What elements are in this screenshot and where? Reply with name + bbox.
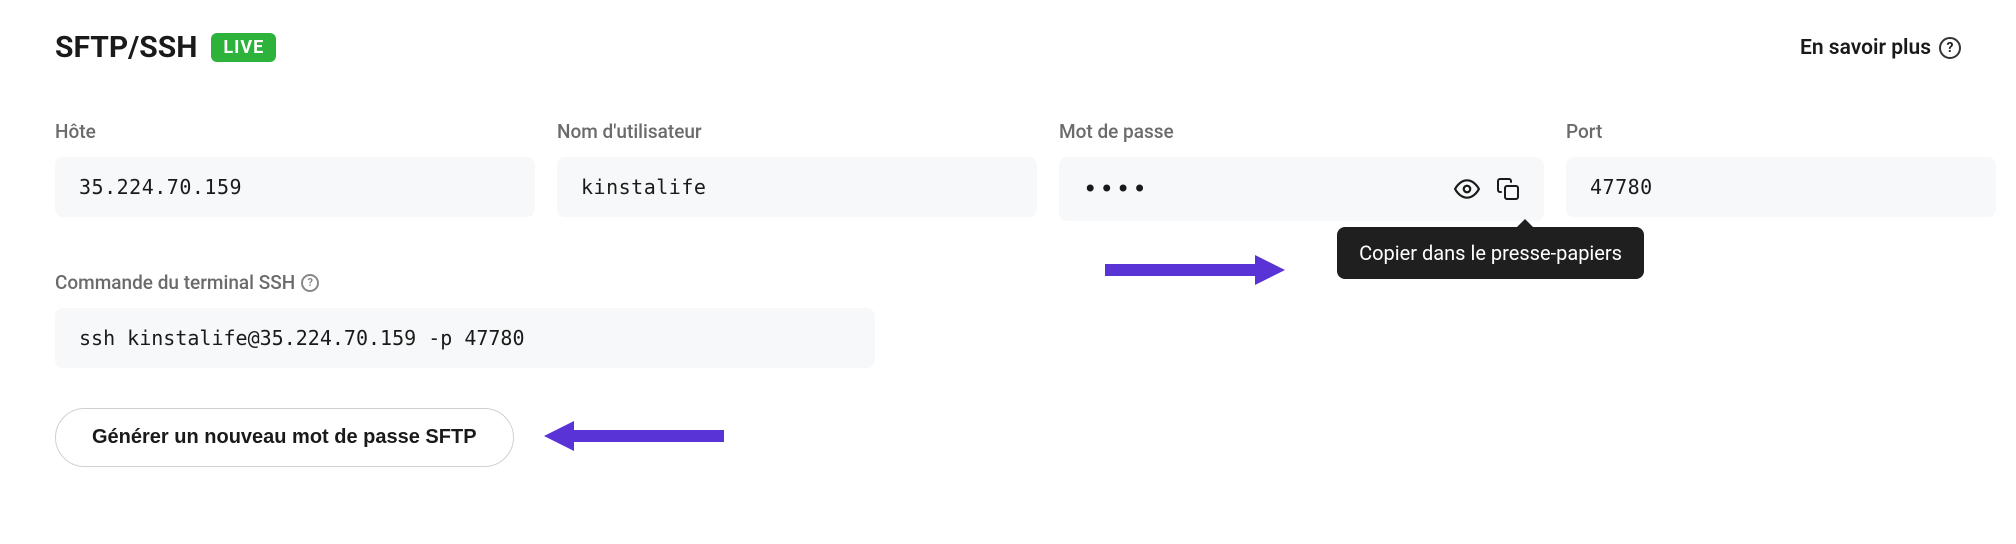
help-icon[interactable]: ? — [301, 274, 319, 292]
port-value: 47780 — [1590, 175, 1653, 199]
ssh-command-box[interactable]: ssh kinstalife@35.224.70.159 -p 47780 — [55, 308, 875, 368]
port-label: Port — [1566, 120, 1996, 143]
username-value: kinstalife — [581, 175, 706, 199]
username-field: Nom d'utilisateur kinstalife — [557, 120, 1037, 221]
annotation-arrow-tooltip — [1105, 250, 1285, 290]
password-masked: •••• — [1083, 175, 1149, 203]
ssh-command-value: ssh kinstalife@35.224.70.159 -p 47780 — [79, 326, 525, 350]
password-label: Mot de passe — [1059, 120, 1544, 143]
help-icon: ? — [1939, 37, 1961, 59]
host-label: Hôte — [55, 120, 535, 143]
host-value: 35.224.70.159 — [79, 175, 242, 199]
password-field: Mot de passe •••• Copier dans le pres — [1059, 120, 1544, 221]
page-title: SFTP/SSH — [55, 30, 197, 65]
host-value-box[interactable]: 35.224.70.159 — [55, 157, 535, 217]
learn-more-label: En savoir plus — [1800, 36, 1931, 60]
port-field: Port 47780 — [1566, 120, 1996, 221]
learn-more-link[interactable]: En savoir plus ? — [1800, 36, 1961, 60]
port-value-box[interactable]: 47780 — [1566, 157, 1996, 217]
password-value-box[interactable]: •••• Copier dans le presse-papiers — [1059, 157, 1544, 221]
reveal-password-icon[interactable] — [1454, 176, 1480, 202]
live-badge: LIVE — [211, 33, 276, 62]
annotation-arrow-button — [544, 416, 724, 460]
username-value-box[interactable]: kinstalife — [557, 157, 1037, 217]
generate-password-button[interactable]: Générer un nouveau mot de passe SFTP — [55, 408, 514, 467]
ssh-label: Commande du terminal SSH ? — [55, 271, 1961, 294]
copy-password-icon[interactable] — [1496, 177, 1520, 201]
username-label: Nom d'utilisateur — [557, 120, 1037, 143]
copy-tooltip: Copier dans le presse-papiers — [1337, 227, 1644, 279]
host-field: Hôte 35.224.70.159 — [55, 120, 535, 221]
